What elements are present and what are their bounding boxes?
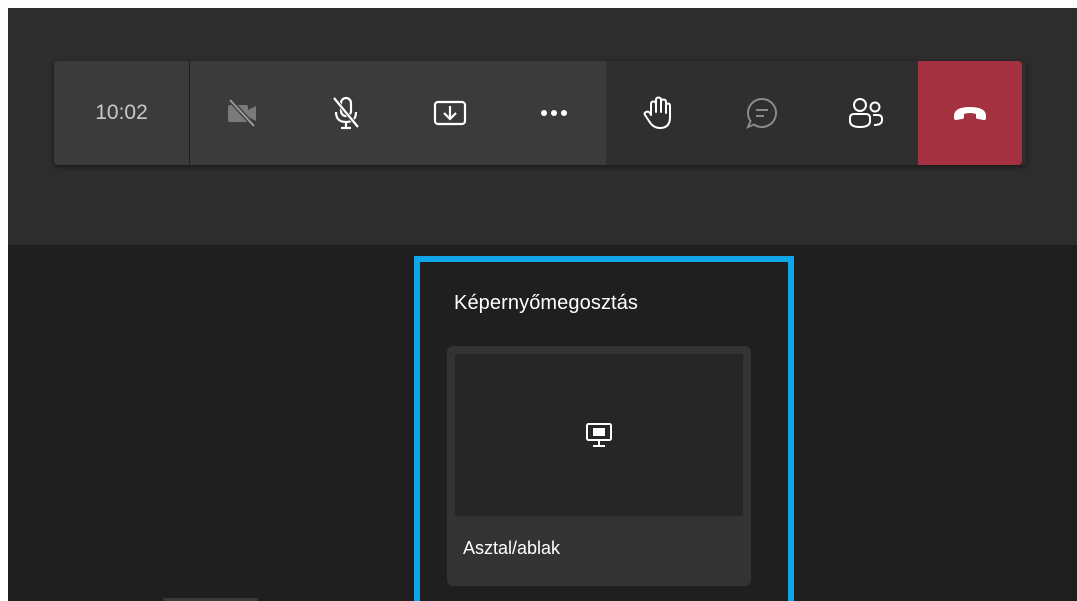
chat-button[interactable] <box>710 61 814 165</box>
share-content-panel: Képernyőmegosztás Asztal/ablak <box>414 256 794 601</box>
engagement-controls-group <box>606 61 918 165</box>
people-icon <box>849 98 883 129</box>
mic-off-icon <box>332 96 360 130</box>
call-toolbar: 10:02 <box>54 61 1026 165</box>
hang-up-button[interactable] <box>918 61 1022 165</box>
call-timer: 10:02 <box>54 61 190 165</box>
share-option-label: Asztal/ablak <box>463 538 561 558</box>
more-actions-button[interactable] <box>502 61 606 165</box>
share-tray-icon <box>433 100 467 126</box>
media-controls-group <box>190 61 606 165</box>
panel-title: Képernyőmegosztás <box>454 292 639 314</box>
meeting-window: 10:02 Képernyőmegosztás Asztal/ablak <box>8 8 1077 601</box>
call-controls-area: 10:02 <box>8 8 1077 245</box>
camera-off-icon <box>228 98 256 128</box>
raise-hand-icon <box>643 96 671 129</box>
share-content-button[interactable] <box>398 61 502 165</box>
share-option-desktop-window[interactable]: Asztal/ablak <box>447 346 751 586</box>
mic-toggle-button[interactable] <box>294 61 398 165</box>
share-option-preview <box>455 354 743 516</box>
chat-icon <box>746 97 777 129</box>
monitor-icon <box>586 423 612 447</box>
participants-button[interactable] <box>814 61 918 165</box>
more-icon <box>541 110 567 116</box>
raise-hand-button[interactable] <box>606 61 710 165</box>
hang-up-icon <box>954 107 986 120</box>
camera-toggle-button[interactable] <box>190 61 294 165</box>
